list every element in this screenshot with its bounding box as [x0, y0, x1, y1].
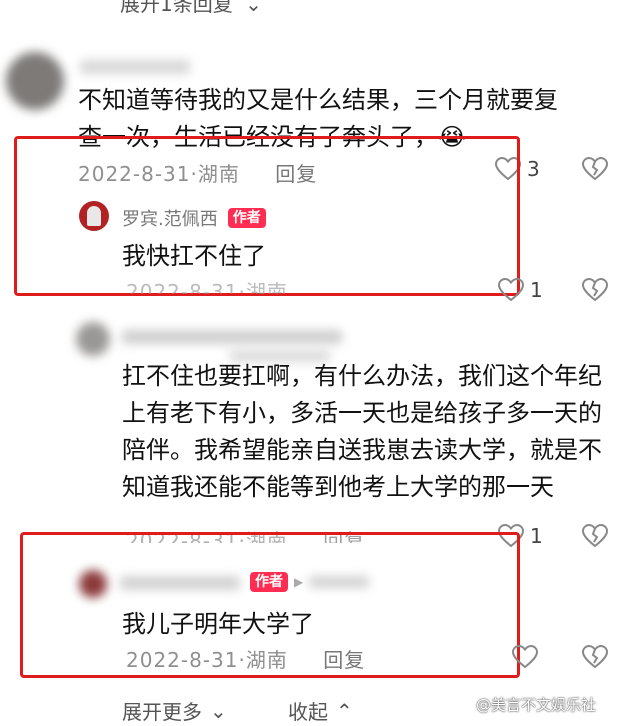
- reply-text: 我快扛不住了: [122, 242, 266, 270]
- chevron-down-icon: ⌄: [245, 0, 262, 16]
- reply-date: 2022-8-31: [126, 648, 239, 672]
- username[interactable]: [122, 330, 342, 344]
- reply-meta: 2022-8-31·湖南 回复: [126, 648, 366, 672]
- reply-text: 我儿子明年大学了: [122, 610, 314, 638]
- broken-heart-icon: [582, 524, 608, 548]
- avatar[interactable]: [6, 52, 64, 110]
- expand-replies-row[interactable]: 展开1条回复 ⌄: [120, 0, 262, 17]
- author-tag: 作者: [250, 572, 288, 592]
- reply-to-username[interactable]: [309, 576, 370, 588]
- watermark: @美言不文娱乐社: [476, 694, 596, 715]
- reply-location: 湖南: [245, 280, 288, 294]
- collapse-label: 收起: [288, 700, 328, 724]
- broken-heart-icon: [582, 645, 608, 669]
- watermark-text: @美言不文娱乐社: [476, 696, 597, 714]
- expand-more-label: 展开更多: [122, 700, 202, 724]
- dislike-button[interactable]: [582, 157, 608, 181]
- comment-text: 扛不住也要扛啊，有什么办法，我们这个年纪上有老下有小，多活一天也是给孩子多一天的…: [122, 362, 602, 501]
- author-username[interactable]: [120, 576, 240, 590]
- avatar[interactable]: [76, 322, 110, 356]
- like-count: 1: [530, 278, 543, 302]
- reply-dislike-button[interactable]: [582, 278, 608, 302]
- reply-like-button[interactable]: [512, 645, 538, 669]
- reply-header: 作者 ▶: [250, 572, 370, 592]
- author-username[interactable]: 罗宾.范佩西: [122, 205, 218, 231]
- reply-location: 湖南: [245, 648, 288, 672]
- author-avatar[interactable]: [79, 570, 107, 598]
- expand-replies-label: 展开1条回复: [120, 0, 233, 16]
- reply-meta: 2022-8-31·湖南: [126, 276, 288, 294]
- heart-icon: [512, 645, 538, 669]
- author-tag: 作者: [227, 208, 266, 228]
- avatar-figure: [87, 206, 101, 226]
- reply-dislike-button[interactable]: [582, 645, 608, 669]
- collapse-button[interactable]: 收起 ⌃: [288, 696, 353, 725]
- broken-heart-icon: [582, 157, 608, 181]
- dislike-button[interactable]: [582, 524, 608, 548]
- heart-icon: [498, 278, 524, 302]
- username[interactable]: [80, 60, 190, 74]
- reply-date: 2022-8-31: [126, 280, 239, 294]
- reply-arrow-icon: ▶: [294, 575, 304, 589]
- broken-heart-icon: [582, 278, 608, 302]
- reply-like-button[interactable]: 1: [498, 278, 543, 302]
- chevron-down-icon: ⌄: [210, 698, 227, 723]
- like-count: 1: [530, 524, 543, 548]
- reply-button[interactable]: 回复: [323, 648, 365, 672]
- author-avatar[interactable]: [79, 201, 109, 231]
- expand-more-button[interactable]: 展开更多 ⌄: [122, 696, 227, 725]
- chevron-up-icon: ⌃: [336, 698, 353, 723]
- reply-header: 罗宾.范佩西 作者: [122, 205, 266, 231]
- like-count: 3: [527, 157, 540, 181]
